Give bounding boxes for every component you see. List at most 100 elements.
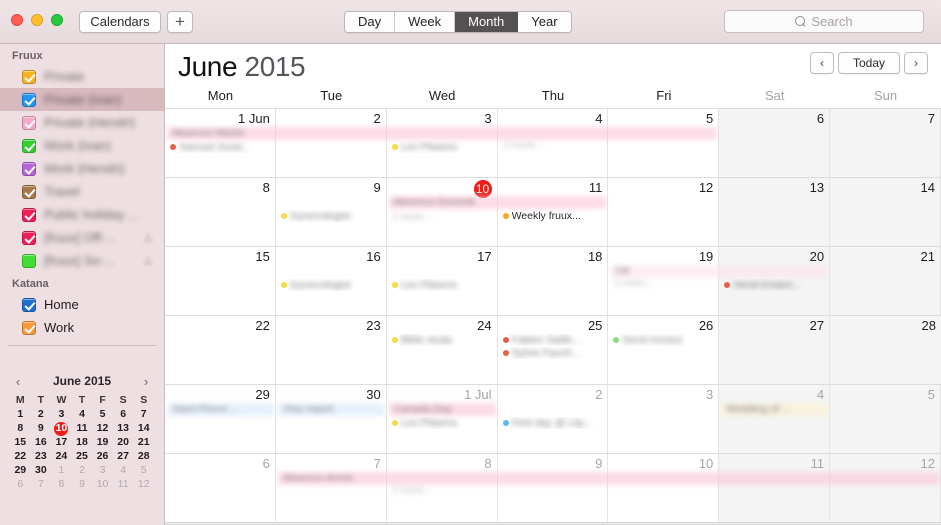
- mini-day[interactable]: 5: [92, 408, 113, 421]
- mini-day[interactable]: 19: [92, 436, 113, 449]
- all-day-event-band[interactable]: Ott: [610, 265, 829, 278]
- mini-day[interactable]: 4: [113, 464, 134, 477]
- day-cell[interactable]: 24 Bible study: [387, 316, 498, 384]
- mini-prev-month-icon[interactable]: ‹: [10, 374, 26, 389]
- mini-day[interactable]: 27: [113, 450, 134, 463]
- day-cell[interactable]: 20 Hend Endert...: [719, 247, 831, 315]
- day-cell[interactable]: 1 Jun Samuel Zund...: [165, 109, 276, 177]
- more-events-link[interactable]: 2 more...: [608, 278, 718, 290]
- calendar-event[interactable]: Hend Endert...: [721, 279, 827, 291]
- day-cell[interactable]: 18: [498, 247, 609, 315]
- calendar-event[interactable]: Send invoice: [610, 334, 716, 346]
- day-cell[interactable]: 16 Gynecologist: [276, 247, 387, 315]
- day-cell[interactable]: 11 Weekly fruux...: [498, 178, 609, 246]
- more-events-link[interactable]: 2 more...: [387, 212, 497, 224]
- sidebar-item-private-ivan[interactable]: Private (Ivan): [0, 88, 164, 111]
- view-tab-year[interactable]: Year: [518, 12, 571, 32]
- day-cell[interactable]: 5: [608, 109, 720, 177]
- calendar-event[interactable]: Les Pilasms: [389, 417, 495, 429]
- calendar-event[interactable]: Les Pilasms: [389, 141, 495, 153]
- day-cell[interactable]: 13: [719, 178, 831, 246]
- calendar-checkbox[interactable]: [22, 138, 36, 153]
- calendar-checkbox[interactable]: [22, 207, 36, 222]
- mini-day[interactable]: 3: [92, 464, 113, 477]
- more-events-link[interactable]: 2 more...: [498, 140, 608, 152]
- mini-day[interactable]: 8: [51, 478, 72, 491]
- mini-day[interactable]: 9: [72, 478, 93, 491]
- more-events-link[interactable]: 2 more...: [387, 485, 497, 497]
- mini-day[interactable]: 20: [113, 436, 134, 449]
- day-cell[interactable]: 10: [608, 454, 720, 522]
- all-day-event-band[interactable]: Wedding of ...: [721, 403, 829, 416]
- sidebar-item-work[interactable]: Work: [0, 316, 164, 339]
- day-cell[interactable]: 3 Les Pilasms: [387, 109, 498, 177]
- mini-day[interactable]: 1: [10, 408, 31, 421]
- mini-day[interactable]: 17: [51, 436, 72, 449]
- day-cell[interactable]: 12: [608, 178, 720, 246]
- sidebar-item-work-hendri[interactable]: Work (Hendri): [0, 157, 164, 180]
- day-cell[interactable]: 14: [830, 178, 941, 246]
- mini-day[interactable]: 7: [31, 478, 52, 491]
- calendar-checkbox[interactable]: [22, 115, 36, 130]
- calendar-event[interactable]: Gynecologist: [278, 210, 384, 222]
- calendar-event[interactable]: Fabien Saille...: [500, 334, 606, 346]
- calendar-event[interactable]: Weekly fruux...: [500, 210, 606, 222]
- mini-day[interactable]: 8: [10, 422, 31, 435]
- day-cell[interactable]: 17 Les Pilasms: [387, 247, 498, 315]
- day-cell[interactable]: 2: [276, 109, 387, 177]
- mini-day[interactable]: 11: [113, 478, 134, 491]
- mini-calendar-grid[interactable]: M T W T F S S 1 2 3 4 5 6 7 8 9 10 11 12 13 14 15 16 17 18 19 20 21…: [10, 394, 154, 491]
- minimize-button-icon[interactable]: [31, 14, 43, 26]
- day-cell[interactable]: 7: [276, 454, 387, 522]
- mini-day[interactable]: 12: [133, 478, 154, 491]
- all-day-event-band[interactable]: Visa report: [277, 403, 385, 416]
- mini-day[interactable]: 23: [31, 450, 52, 463]
- mini-day[interactable]: 15: [10, 436, 31, 449]
- day-cell[interactable]: 27: [719, 316, 831, 384]
- mini-day[interactable]: 1: [51, 464, 72, 477]
- mini-day[interactable]: 6: [10, 478, 31, 491]
- calendar-event[interactable]: Les Pilasms: [389, 279, 495, 291]
- day-cell[interactable]: 9 Gynecologist: [276, 178, 387, 246]
- today-button[interactable]: Today: [838, 52, 900, 74]
- calendar-checkbox[interactable]: [22, 184, 36, 199]
- day-cell[interactable]: 12: [830, 454, 941, 522]
- day-cell[interactable]: 23: [276, 316, 387, 384]
- mini-day[interactable]: 30: [31, 464, 52, 477]
- day-cell[interactable]: 4 2 more...: [498, 109, 609, 177]
- day-cell[interactable]: 15: [165, 247, 276, 315]
- all-day-event-band[interactable]: Saint-Pierre ...: [167, 403, 274, 416]
- day-cell[interactable]: 28: [830, 316, 941, 384]
- calendar-event[interactable]: Bible study: [389, 334, 495, 346]
- day-cell[interactable]: 6: [719, 109, 831, 177]
- sidebar-item-home[interactable]: Home: [0, 293, 164, 316]
- day-cell[interactable]: 30: [276, 385, 387, 453]
- day-cell[interactable]: 26 Send invoice: [608, 316, 720, 384]
- mini-day[interactable]: 10: [92, 478, 113, 491]
- calendar-event[interactable]: Samuel Zund...: [167, 141, 273, 153]
- mini-day[interactable]: 28: [133, 450, 154, 463]
- calendar-event[interactable]: Sylvie Fauch...: [500, 347, 606, 359]
- prev-month-button[interactable]: ‹: [810, 52, 834, 74]
- all-day-event-band[interactable]: Canada Day: [388, 403, 496, 416]
- all-day-event-band[interactable]: Absence Martin: [167, 127, 718, 140]
- sidebar[interactable]: Fruux Private Private (Ivan) Private (Hendr…: [0, 44, 165, 525]
- mini-day[interactable]: 26: [92, 450, 113, 463]
- day-cell[interactable]: 5: [830, 385, 941, 453]
- sidebar-item-work-ivan[interactable]: Work (Ivan): [0, 134, 164, 157]
- view-tab-day[interactable]: Day: [345, 12, 396, 32]
- mini-day[interactable]: 12: [92, 422, 113, 435]
- mini-next-month-icon[interactable]: ›: [138, 374, 154, 389]
- mini-day[interactable]: 21: [133, 436, 154, 449]
- all-day-event-band[interactable]: Absence Armin: [277, 472, 939, 485]
- day-cell[interactable]: 6: [165, 454, 276, 522]
- calendar-checkbox[interactable]: [22, 297, 36, 312]
- mini-day[interactable]: 5: [133, 464, 154, 477]
- mini-day[interactable]: 7: [133, 408, 154, 421]
- view-tab-week[interactable]: Week: [395, 12, 456, 32]
- calendar-checkbox[interactable]: [22, 320, 36, 335]
- mini-day[interactable]: 24: [51, 450, 72, 463]
- day-cell[interactable]: 3: [608, 385, 720, 453]
- mini-day[interactable]: 25: [72, 450, 93, 463]
- calendar-event[interactable]: Gynecologist: [278, 279, 384, 291]
